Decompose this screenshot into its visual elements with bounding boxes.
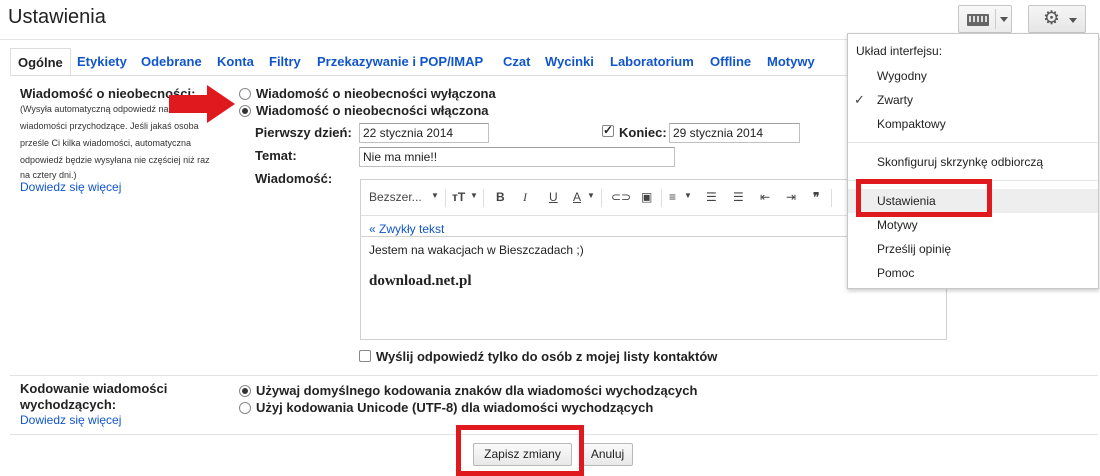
- vacation-help-line-3: prześle Ci kilka wiadomości, automatyczn…: [20, 138, 192, 148]
- highlight-box: [456, 425, 584, 476]
- section-divider: [10, 375, 1098, 376]
- message-body-line-2: download.net.pl: [369, 273, 472, 289]
- check-icon: ✓: [854, 92, 865, 107]
- end-date-label: Koniec:: [619, 125, 667, 140]
- vacation-help-line-1: (Wysyła automatyczną odpowiedź na: [20, 104, 169, 114]
- end-date-checkbox[interactable]: [602, 123, 614, 137]
- encoding-learn-more-link[interactable]: Dowiedz się więcej: [20, 413, 121, 427]
- menu-item-cozy[interactable]: ✓ Zwarty: [848, 88, 1098, 112]
- contacts-only-checkbox[interactable]: [359, 350, 371, 362]
- tab-general[interactable]: Ogólne: [10, 48, 71, 76]
- vacation-on-radio[interactable]: [239, 105, 251, 117]
- page-title: Ustawienia: [8, 6, 106, 28]
- plain-text-link[interactable]: « Zwykły tekst: [369, 222, 444, 236]
- text-color-icon[interactable]: A: [573, 190, 581, 204]
- tab-web-clips[interactable]: Wycinki: [545, 48, 594, 76]
- first-day-label: Pierwszy dzień:: [255, 125, 352, 140]
- tab-offline[interactable]: Offline: [710, 48, 751, 76]
- chevron-down-icon: ▼: [470, 191, 478, 200]
- settings-gear-button[interactable]: ⚙: [1028, 5, 1086, 33]
- menu-item-comfortable[interactable]: Wygodny: [848, 64, 1098, 88]
- bulleted-list-icon[interactable]: ☰: [733, 190, 744, 204]
- encoding-label-line-2: wychodzących:: [20, 397, 117, 412]
- encoding-default-label[interactable]: Używaj domyślnego kodowania znaków dla w…: [256, 383, 697, 398]
- tab-labels[interactable]: Etykiety: [77, 48, 127, 76]
- font-select[interactable]: Bezszer...: [369, 190, 422, 204]
- cancel-button[interactable]: Anuluj: [582, 443, 633, 466]
- gear-icon: ⚙: [1043, 8, 1061, 29]
- numbered-list-icon[interactable]: ☰: [706, 190, 717, 204]
- arrow-right-icon: [169, 85, 235, 123]
- end-date-input[interactable]: 29 stycznia 2014: [669, 123, 800, 143]
- vacation-on-label[interactable]: Wiadomość o nieobecności włączona: [256, 103, 489, 118]
- subject-label: Temat:: [255, 148, 297, 163]
- chevron-down-icon: ▼: [684, 191, 692, 200]
- message-body-line-1: Jestem na wakacjach w Bieszczadach ;): [369, 243, 584, 257]
- encoding-unicode-label[interactable]: Użyj kodowania Unicode (UTF-8) dla wiado…: [256, 400, 653, 415]
- encoding-unicode-radio[interactable]: [239, 402, 251, 414]
- tab-chat[interactable]: Czat: [503, 48, 530, 76]
- first-day-input[interactable]: 22 stycznia 2014: [359, 123, 489, 143]
- chevron-down-icon: ▼: [431, 191, 439, 200]
- chevron-down-icon: [1000, 17, 1008, 22]
- bold-icon[interactable]: B: [496, 190, 505, 204]
- encoding-label-line-1: Kodowanie wiadomości: [20, 381, 168, 396]
- input-tools-button[interactable]: [958, 5, 1012, 33]
- tab-labs[interactable]: Laboratorium: [610, 48, 694, 76]
- message-label: Wiadomość:: [255, 171, 333, 186]
- settings-menu: Układ interfejsu: Wygodny ✓ Zwarty Kompa…: [847, 33, 1099, 289]
- menu-item-feedback[interactable]: Prześlij opinię: [848, 237, 1098, 261]
- vacation-learn-more-link[interactable]: Dowiedz się więcej: [20, 180, 121, 194]
- image-icon[interactable]: ▣: [641, 190, 652, 204]
- highlight-box: [856, 179, 992, 217]
- indent-less-icon[interactable]: ⇤: [760, 190, 770, 204]
- chevron-down-icon: [1069, 18, 1077, 23]
- display-density-header: Układ interfejsu:: [856, 44, 943, 58]
- align-icon[interactable]: ≡: [669, 190, 676, 204]
- tab-inbox[interactable]: Odebrane: [141, 48, 202, 76]
- quote-icon[interactable]: ❞: [813, 190, 819, 204]
- menu-item-help[interactable]: Pomoc: [848, 261, 1098, 285]
- menu-item-configure-inbox[interactable]: Skonfiguruj skrzynkę odbiorczą: [848, 150, 1098, 174]
- subject-input[interactable]: Nie ma mnie!!: [359, 147, 675, 167]
- font-size-icon[interactable]: тT: [452, 190, 465, 204]
- link-icon[interactable]: ⊂⊃: [611, 190, 631, 204]
- chevron-down-icon: ▼: [587, 191, 595, 200]
- underline-icon[interactable]: U: [549, 190, 558, 204]
- keyboard-icon: [967, 14, 989, 26]
- vacation-off-radio[interactable]: [239, 88, 251, 100]
- tab-themes[interactable]: Motywy: [767, 48, 815, 76]
- indent-more-icon[interactable]: ⇥: [786, 190, 796, 204]
- tab-accounts[interactable]: Konta: [217, 48, 254, 76]
- contacts-only-label[interactable]: Wyślij odpowiedź tylko do osób z mojej l…: [376, 349, 717, 364]
- tab-forwarding[interactable]: Przekazywanie i POP/IMAP: [317, 48, 483, 76]
- vacation-off-label[interactable]: Wiadomość o nieobecności wyłączona: [256, 86, 496, 101]
- italic-icon[interactable]: I: [523, 190, 527, 205]
- tab-filters[interactable]: Filtry: [269, 48, 301, 76]
- encoding-default-radio[interactable]: [239, 385, 251, 397]
- menu-item-compact[interactable]: Kompaktowy: [848, 112, 1098, 136]
